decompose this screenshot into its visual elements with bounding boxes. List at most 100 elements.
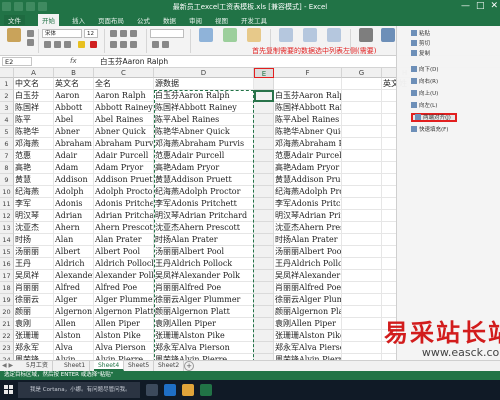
format-table-button[interactable]	[220, 28, 240, 50]
cell-c15[interactable]: Albert Pool	[94, 246, 154, 258]
cell-d7[interactable]: 范惠Adair Purcell	[154, 150, 254, 162]
cell-d15[interactable]: 汤丽丽Albert Pool	[154, 246, 254, 258]
tab-home[interactable]: 开始	[38, 14, 59, 26]
row-header[interactable]: 10	[0, 186, 14, 198]
cell-e4[interactable]	[254, 114, 274, 126]
cell-d18[interactable]: 肖丽丽Alfred Poe	[154, 282, 254, 294]
cell-f23[interactable]: 郑永军Alva Pierson	[274, 342, 342, 354]
file-explorer-icon[interactable]	[182, 384, 194, 396]
row-header[interactable]: 18	[0, 282, 14, 294]
column-header-d[interactable]: D	[154, 68, 254, 78]
cell-e21[interactable]	[254, 318, 274, 330]
cell-a12[interactable]: 明汉琴	[14, 210, 54, 222]
cell-b20[interactable]: Algernon	[54, 306, 94, 318]
row-header[interactable]: 16	[0, 258, 14, 270]
cell-d12[interactable]: 明汉琴Adrian Pritchard	[154, 210, 254, 222]
row-header[interactable]: 12	[0, 210, 14, 222]
cell-c14[interactable]: Alan Prater	[94, 234, 154, 246]
cell-f15[interactable]: 汤丽丽Albert Pool	[274, 246, 342, 258]
cell-c4[interactable]: Abel Raines	[94, 114, 154, 126]
cell-f18[interactable]: 肖丽丽Alfred Poe	[274, 282, 342, 294]
cell-g21[interactable]	[342, 318, 382, 330]
cell-c21[interactable]: Allen Piper	[94, 318, 154, 330]
row-header[interactable]: 11	[0, 198, 14, 210]
select-all-corner[interactable]	[0, 68, 14, 78]
cell-d21[interactable]: 袁刚Allen Piper	[154, 318, 254, 330]
row-header[interactable]: 4	[0, 114, 14, 126]
cell-g18[interactable]	[342, 282, 382, 294]
cell-b17[interactable]: Alexander	[54, 270, 94, 282]
cell-e5[interactable]	[254, 126, 274, 138]
row-header[interactable]: 1	[0, 78, 14, 90]
fill-color-icon[interactable]	[78, 41, 85, 48]
row-header[interactable]: 3	[0, 102, 14, 114]
cell-b10[interactable]: Adolph	[54, 186, 94, 198]
cell-b8[interactable]: Adam	[54, 162, 94, 174]
cell-a11[interactable]: 李军	[14, 198, 54, 210]
cell-b14[interactable]: Alan	[54, 234, 94, 246]
tab-insert[interactable]: 插入	[72, 15, 85, 25]
add-sheet-button[interactable]: +	[184, 361, 194, 371]
cell-g19[interactable]	[342, 294, 382, 306]
cell-a20[interactable]: 颜丽	[14, 306, 54, 318]
cell-g14[interactable]	[342, 234, 382, 246]
cell-g6[interactable]	[342, 138, 382, 150]
align-middle-icon[interactable]	[120, 30, 127, 37]
cell-b9[interactable]: Addison	[54, 174, 94, 186]
cell-e6[interactable]	[254, 138, 274, 150]
conditional-format-button[interactable]	[196, 28, 216, 50]
row-header[interactable]: 23	[0, 342, 14, 354]
fx-icon[interactable]: fx	[70, 57, 77, 65]
cell-d6[interactable]: 邓海燕Abraham Purvis	[154, 138, 254, 150]
number-format-select[interactable]	[150, 29, 184, 38]
cell-c11[interactable]: Adonis Pritchett	[94, 198, 154, 210]
cell-b15[interactable]: Albert	[54, 246, 94, 258]
cell-f13[interactable]: 沈亚杰Ahern Prescott	[274, 222, 342, 234]
cell-f2[interactable]: 白玉芬Aaron Ralph	[274, 90, 342, 102]
cell-c16[interactable]: Aldrich Pollock	[94, 258, 154, 270]
cell-a1[interactable]: 中文名	[14, 78, 54, 90]
menu-item[interactable]: 向左(L)	[411, 102, 437, 110]
cell-g13[interactable]	[342, 222, 382, 234]
cell-e9[interactable]	[254, 174, 274, 186]
cell-e17[interactable]	[254, 270, 274, 282]
column-header-b[interactable]: B	[54, 68, 94, 78]
cell-e16[interactable]	[254, 258, 274, 270]
cell-e13[interactable]	[254, 222, 274, 234]
cell-e19[interactable]	[254, 294, 274, 306]
row-header[interactable]: 8	[0, 162, 14, 174]
cell-f7[interactable]: 范惠Adair Purcell	[274, 150, 342, 162]
merge-icon[interactable]	[130, 41, 137, 48]
cell-e8[interactable]	[254, 162, 274, 174]
cell-a5[interactable]: 陈艳华	[14, 126, 54, 138]
cell-b4[interactable]: Abel	[54, 114, 94, 126]
sheet-tab-5月工资[interactable]: 5月工资	[22, 361, 53, 371]
cell-e18[interactable]	[254, 282, 274, 294]
cell-f19[interactable]: 徐丽云Alger Plummer	[274, 294, 342, 306]
tab-view[interactable]: 视图	[215, 15, 228, 25]
percent-icon[interactable]	[152, 41, 159, 48]
comma-icon[interactable]	[162, 41, 169, 48]
cell-d14[interactable]: 时扬Alan Prater	[154, 234, 254, 246]
menu-item[interactable]: 向右(R)	[411, 78, 438, 86]
cut-icon[interactable]	[27, 30, 34, 37]
cell-f12[interactable]: 明汉琴Adrian Pritchard	[274, 210, 342, 222]
cell-e10[interactable]	[254, 186, 274, 198]
cell-e23[interactable]	[254, 342, 274, 354]
cell-b3[interactable]: Abbott	[54, 102, 94, 114]
cell-e2[interactable]	[254, 90, 274, 102]
sheet-tab-sheet1[interactable]: Sheet1	[60, 361, 91, 371]
cell-c7[interactable]: Adair Purcell	[94, 150, 154, 162]
edge-icon[interactable]	[164, 384, 176, 396]
cell-c13[interactable]: Ahern Prescott	[94, 222, 154, 234]
cell-d20[interactable]: 颜丽Algernon Platt	[154, 306, 254, 318]
cell-b16[interactable]: Aldrich	[54, 258, 94, 270]
cell-g2[interactable]	[342, 90, 382, 102]
cell-b12[interactable]: Adrian	[54, 210, 94, 222]
cell-d5[interactable]: 陈艳华Abner Quick	[154, 126, 254, 138]
row-header[interactable]: 6	[0, 138, 14, 150]
cell-c12[interactable]: Adrian Pritchard	[94, 210, 154, 222]
cell-g3[interactable]	[342, 102, 382, 114]
cell-d13[interactable]: 沈亚杰Ahern Prescott	[154, 222, 254, 234]
column-header-f[interactable]: F	[274, 68, 342, 78]
